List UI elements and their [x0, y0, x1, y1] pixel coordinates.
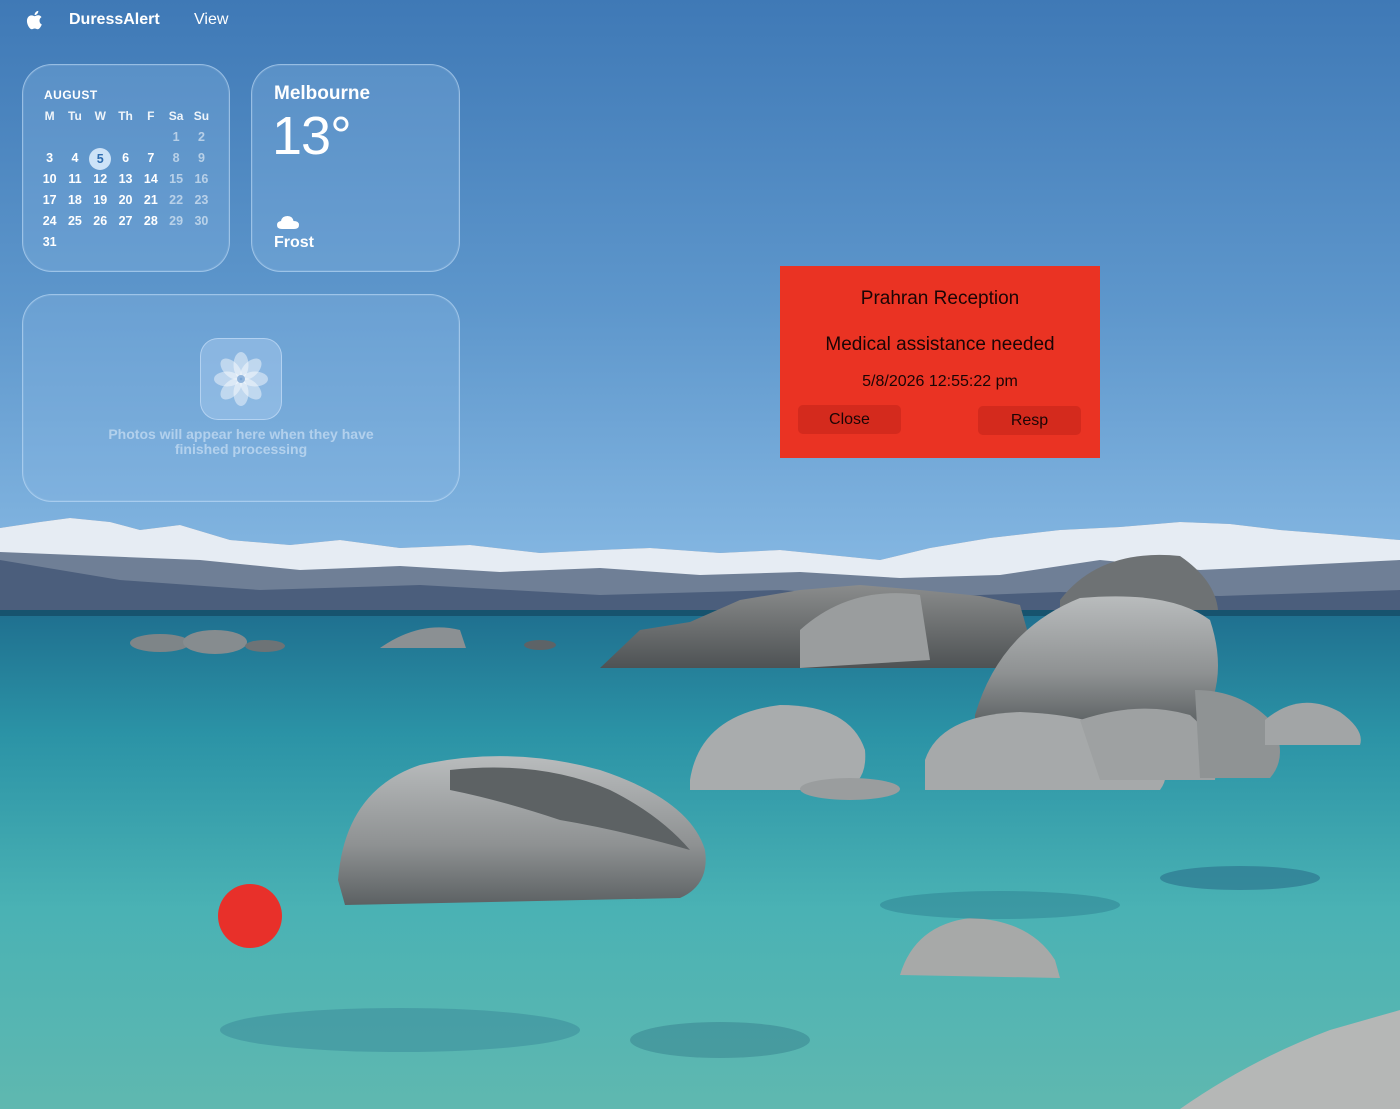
calendar-day: 4	[71, 151, 79, 165]
calendar-day: 27	[118, 214, 133, 228]
calendar-widget[interactable]: AUGUST M Tu W Th F Sa Su 1 2 3 4 5 6 7 8…	[22, 64, 230, 272]
weekday-label: Th	[118, 109, 133, 123]
weekday-label: Tu	[68, 109, 82, 123]
weather-widget[interactable]: Melbourne 13° Frost	[251, 64, 460, 272]
calendar-day: 16	[194, 172, 209, 186]
alert-message: Medical assistance needed	[825, 334, 1055, 355]
calendar-day: 15	[169, 172, 184, 186]
red-dot-indicator[interactable]	[218, 884, 282, 948]
calendar-day: 3	[46, 151, 54, 165]
calendar-day: 24	[42, 214, 57, 228]
duress-alert-window: Prahran Reception Medical assistance nee…	[780, 266, 1100, 458]
respond-button[interactable]: Resp	[978, 406, 1081, 435]
calendar-day: 31	[42, 235, 57, 249]
calendar-day	[62, 127, 87, 148]
weekday-label: Sa	[168, 109, 184, 123]
calendar-week-row: 3 4 5 6 7 8 9	[37, 148, 217, 170]
calendar-day	[113, 127, 138, 148]
photos-widget[interactable]: Photos will appear here when they have f…	[22, 294, 460, 502]
calendar-day: 1	[172, 130, 180, 144]
calendar-day: 22	[169, 193, 184, 207]
photos-flower-icon	[214, 352, 268, 406]
calendar-day: 28	[143, 214, 158, 228]
calendar-day: 18	[67, 193, 82, 207]
calendar-day: 29	[169, 214, 184, 228]
apple-logo-icon[interactable]	[25, 9, 45, 31]
photos-processing-message: Photos will appear here when they have f…	[108, 426, 374, 457]
cloud-icon	[277, 216, 299, 229]
calendar-day: 6	[122, 151, 130, 165]
close-button[interactable]: Close	[798, 405, 901, 434]
weather-temperature: 13°	[272, 106, 352, 166]
calendar-day: 20	[118, 193, 133, 207]
photos-app-icon	[200, 338, 282, 420]
calendar-day: 25	[67, 214, 82, 228]
calendar-week-row: 1 2	[37, 127, 217, 148]
weekday-label: Su	[193, 109, 210, 123]
calendar-day	[37, 127, 62, 148]
menu-view[interactable]: View	[194, 11, 228, 29]
calendar-day	[138, 127, 163, 148]
calendar-grid: M Tu W Th F Sa Su 1 2 3 4 5 6 7 8 9 10 1…	[37, 106, 217, 253]
calendar-day: 10	[42, 172, 57, 186]
menu-bar: DuressAlert View	[0, 0, 1400, 40]
calendar-day: 2	[197, 130, 205, 144]
calendar-month: AUGUST	[44, 88, 98, 102]
alert-location: Prahran Reception	[860, 288, 1020, 309]
calendar-day: 8	[172, 151, 180, 165]
weekday-label: W	[94, 109, 106, 123]
today-marker: 5	[89, 148, 112, 170]
calendar-weekday-row: M Tu W Th F Sa Su	[37, 106, 217, 127]
alert-timestamp: 5/8/2026 12:55:22 pm	[862, 373, 1018, 390]
calendar-day: 19	[93, 193, 108, 207]
calendar-day: 17	[42, 193, 57, 207]
calendar-day-today: 5	[88, 148, 113, 170]
calendar-week-row: 31	[37, 232, 217, 253]
calendar-day: 7	[147, 151, 155, 165]
calendar-day: 11	[68, 172, 82, 186]
calendar-day: 23	[194, 193, 209, 207]
calendar-day: 12	[93, 172, 108, 186]
weather-city: Melbourne	[274, 83, 371, 104]
calendar-week-row: 24 25 26 27 28 29 30	[37, 211, 217, 232]
weekday-label: M	[44, 109, 55, 123]
calendar-day: 26	[93, 214, 108, 228]
desktop: DuressAlert View AUGUST M Tu W Th F Sa S…	[0, 0, 1400, 1109]
calendar-day: 9	[197, 151, 205, 165]
calendar-day: 21	[143, 193, 158, 207]
calendar-day: 30	[194, 214, 209, 228]
weekday-label: F	[147, 109, 155, 123]
calendar-day	[88, 127, 113, 148]
calendar-week-row: 10 11 12 13 14 15 16	[37, 169, 217, 190]
calendar-week-row: 17 18 19 20 21 22 23	[37, 190, 217, 211]
calendar-day: 14	[143, 172, 158, 186]
weather-condition: Frost	[274, 234, 314, 251]
calendar-day: 13	[118, 172, 133, 186]
app-menu-duressalert[interactable]: DuressAlert	[69, 11, 160, 29]
